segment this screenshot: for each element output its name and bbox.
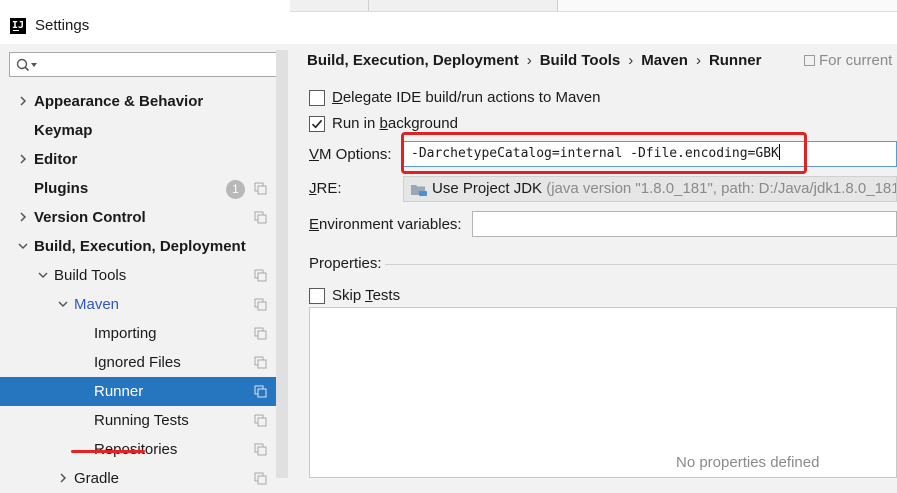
jre-detail: (java version "1.8.0_181", path: D:/Java… [546,180,897,197]
jre-label: JRE: [309,180,342,197]
run-in-background-label: Run in background [332,115,458,132]
breadcrumb-item: Runner [708,52,762,69]
sidebar-item-label: Editor [34,151,78,168]
sidebar-scrollbar[interactable] [276,50,288,478]
breadcrumb-separator: › [695,52,701,69]
breadcrumb-separator: › [628,52,634,69]
sidebar-item-runner[interactable]: Runner [0,377,288,406]
sidebar-item-plugins[interactable]: Plugins 1 [0,174,288,203]
chevron-right-icon[interactable] [17,153,29,165]
chevron-down-icon[interactable] [37,269,49,281]
sidebar-item-running-tests[interactable]: Running Tests [0,406,288,435]
scrollbar-thumb[interactable] [276,50,288,478]
title-bar: IJ Settings [0,0,897,44]
env-vars-input[interactable] [472,211,897,237]
project-level-icon [254,211,267,224]
sidebar-item-build-execution-deployment[interactable]: Build, Execution, Deployment [0,232,288,261]
project-level-icon [254,298,267,311]
delegate-build-checkbox[interactable] [309,90,325,106]
skip-tests-label: Skip Tests [332,287,401,304]
jre-combobox[interactable]: Use Project JDK (java version "1.8.0_181… [403,176,897,202]
chevron-right-icon[interactable] [17,95,29,107]
sidebar-item-editor[interactable]: Editor [0,145,288,174]
delegate-build-label: Delegate IDE build/run actions to Maven [332,89,601,106]
chevron-right-icon[interactable] [17,211,29,223]
window-title: Settings [35,17,90,34]
sidebar-item-label: Running Tests [94,412,189,429]
sidebar-item-ignored-files[interactable]: Ignored Files [0,348,288,377]
sidebar-item-label: Runner [94,383,144,400]
project-level-icon [254,443,267,456]
sidebar-item-label: Appearance & Behavior [34,93,204,110]
red-box-annotation [401,132,807,174]
sidebar-item-version-control[interactable]: Version Control [0,203,288,232]
chevron-down-icon[interactable] [17,240,29,252]
sidebar-item-label: Build Tools [54,267,127,284]
background-window-strip [290,0,897,12]
sidebar-item-label: Importing [94,325,157,342]
sidebar-item-keymap[interactable]: Keymap [0,116,288,145]
sidebar-item-label: Keymap [34,122,93,139]
sidebar-item-label: Version Control [34,209,146,226]
sidebar-item-build-tools[interactable]: Build Tools [0,261,288,290]
env-vars-label: Environment variables: [309,216,462,233]
project-level-icon [254,356,267,369]
vm-options-label: VM Options: [309,146,392,163]
sidebar-item-label: Maven [74,296,120,313]
sidebar-item-label: Build, Execution, Deployment [34,238,246,255]
red-underline-annotation [71,450,145,453]
breadcrumb-item: Maven [641,52,688,69]
sidebar-item-maven[interactable]: Maven [0,290,288,319]
properties-label: Properties: [309,255,382,272]
breadcrumb-item: Build Tools [539,52,621,69]
project-copy-icon [804,55,815,66]
intellij-logo-icon: IJ [10,18,26,34]
project-level-icon [254,385,267,398]
project-level-icon [254,472,267,485]
project-level-icon [254,182,267,195]
update-count-badge: 1 [226,180,245,199]
run-in-background-checkbox[interactable] [309,116,325,132]
sidebar-item-appearance-behavior[interactable]: Appearance & Behavior [0,87,288,116]
breadcrumb-separator: › [526,52,532,69]
sidebar-item-gradle[interactable]: Gradle [0,464,288,493]
for-current-project-hint: For current [804,52,892,69]
checkmark-icon [311,119,323,129]
settings-sidebar: Appearance & Behavior Keymap Editor Plugins… [0,44,288,487]
search-icon [16,58,37,72]
sidebar-item-label: Plugins [34,180,89,197]
breadcrumb-item: Build, Execution, Deployment [307,52,519,69]
skip-tests-checkbox[interactable] [309,288,325,304]
sidebar-item-label: Ignored Files [94,354,181,371]
properties-divider [385,264,897,265]
sidebar-item-label: Gradle [74,470,120,487]
project-level-icon [254,269,267,282]
chevron-right-icon[interactable] [57,472,69,484]
sidebar-item-importing[interactable]: Importing [0,319,288,348]
breadcrumb: Build, Execution, Deployment › Build Tools… [307,52,761,69]
runner-settings-panel: Build, Execution, Deployment › Build Tools… [288,44,897,478]
folder-icon [411,185,427,196]
project-level-icon [254,414,267,427]
properties-table[interactable]: No properties defined [309,307,897,478]
chevron-down-icon[interactable] [57,298,69,310]
no-properties-text: No properties defined [676,454,820,471]
search-input[interactable] [9,52,279,77]
project-level-icon [254,327,267,340]
